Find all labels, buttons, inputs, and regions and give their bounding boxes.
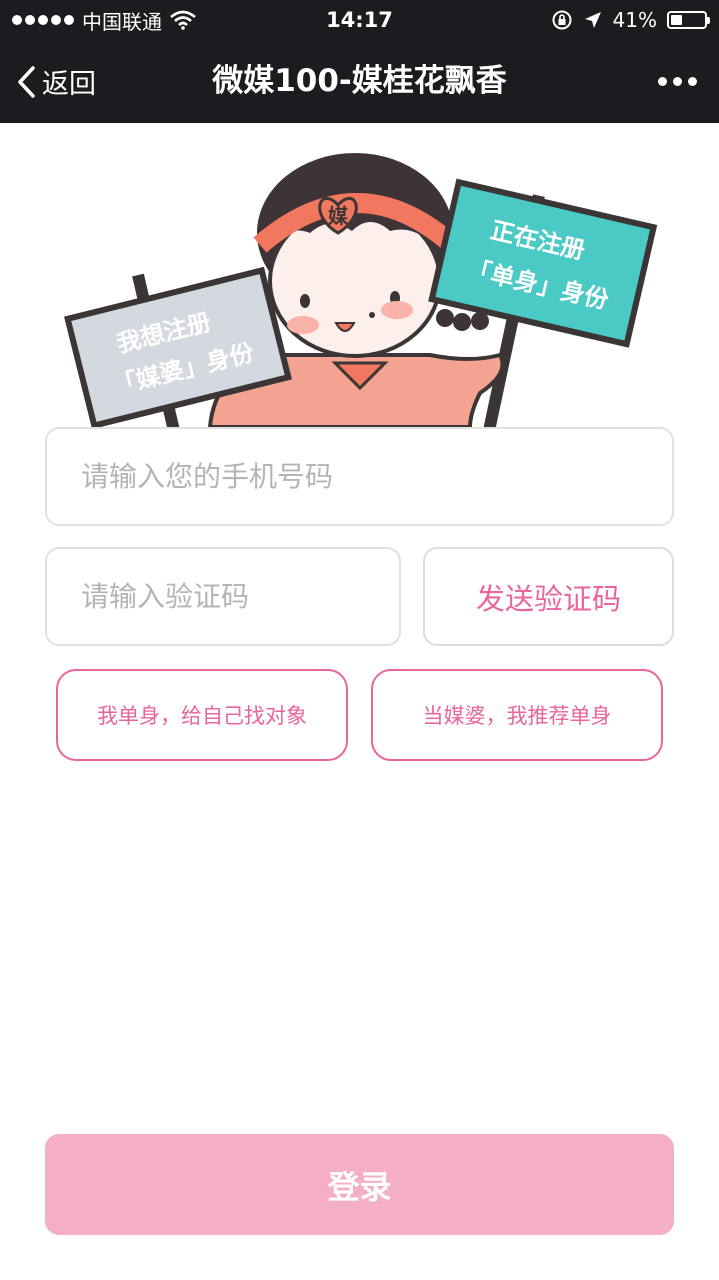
- location-arrow-icon: [584, 12, 601, 28]
- battery-level: [671, 15, 682, 25]
- phone-field[interactable]: [45, 427, 674, 526]
- code-input[interactable]: [47, 549, 399, 644]
- chevron-left-icon: [18, 65, 35, 98]
- send-code-button[interactable]: 发送验证码: [423, 547, 674, 646]
- code-field[interactable]: [45, 547, 401, 646]
- battery-icon: [667, 11, 710, 29]
- matchmaker-illustration: 媒 我想注册 「媒婆」身份 正在注册 「单身」身份: [0, 123, 719, 427]
- login-button[interactable]: 登录: [45, 1134, 674, 1235]
- role-single-button[interactable]: 我单身，给自己找对象: [56, 669, 348, 761]
- status-bar: 中国联通 14:17 41%: [0, 0, 719, 40]
- page-title: 微媒100-媒桂花飘香: [212, 63, 507, 99]
- nav-bar: 返回 微媒100-媒桂花飘香: [0, 40, 719, 123]
- more-dots-icon[interactable]: [658, 40, 697, 123]
- back-label: 返回: [42, 69, 96, 100]
- role-matchmaker-button[interactable]: 当媒婆，我推荐单身: [371, 669, 663, 761]
- phone-input[interactable]: [47, 429, 672, 524]
- back-button[interactable]: 返回: [16, 40, 96, 123]
- rotation-lock-icon: [552, 10, 572, 30]
- battery-percent: 41%: [612, 8, 657, 32]
- head-badge: 媒: [328, 204, 349, 228]
- illustration-graphic: 媒 我想注册 「媒婆」身份 正在注册 「单身」身份: [64, 153, 658, 427]
